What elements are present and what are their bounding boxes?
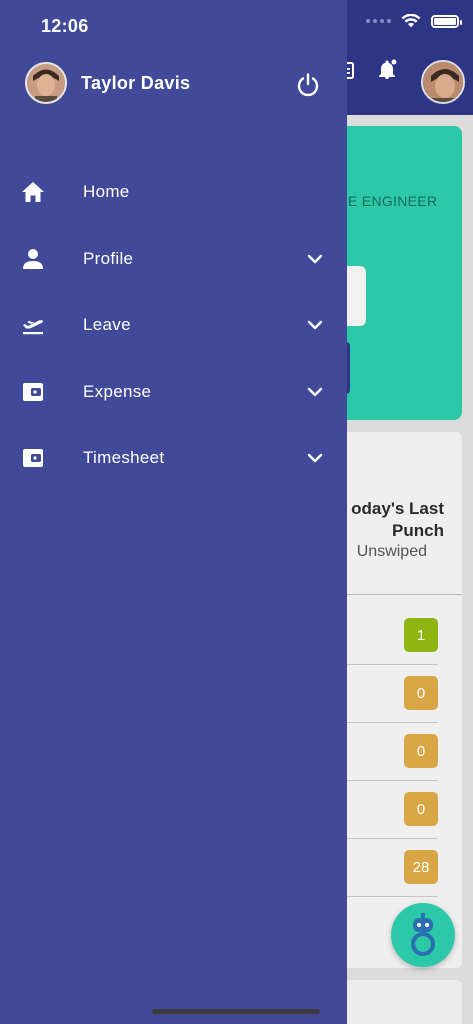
menu-item-label: Expense [83, 381, 152, 401]
home-icon [22, 182, 44, 203]
avatar[interactable] [25, 62, 67, 104]
person-icon [23, 248, 43, 269]
home-indicator[interactable] [152, 1009, 320, 1014]
count-badge: 28 [404, 850, 438, 884]
wallet-icon [23, 449, 43, 468]
drawer-menu: Home Profile Leave Expense Timesheet [0, 159, 347, 492]
menu-item-expense[interactable]: Expense [0, 359, 347, 426]
notification-bell-icon[interactable] [375, 58, 399, 82]
menu-item-leave[interactable]: Leave [0, 292, 347, 359]
menu-item-label: Profile [83, 248, 134, 268]
count-badge: 0 [404, 676, 438, 710]
navigation-drawer: 12:06 Taylor Davis Home Profile Leave Ex… [0, 0, 347, 1024]
menu-item-label: Leave [83, 315, 131, 335]
count-badge: 1 [404, 618, 438, 652]
menu-item-profile[interactable]: Profile [0, 226, 347, 293]
status-time: 12:06 [41, 16, 89, 36]
status-icons [366, 14, 462, 28]
count-badge: 0 [404, 734, 438, 768]
power-icon[interactable] [295, 72, 321, 98]
chatbot-fab[interactable] [391, 903, 455, 967]
signal-icon [366, 19, 391, 23]
menu-item-label: Timesheet [83, 448, 165, 468]
flight-takeoff-icon [23, 320, 44, 335]
user-name: Taylor Davis [81, 72, 191, 93]
wifi-icon [401, 14, 421, 28]
wallet-icon [23, 382, 43, 401]
robot-icon [411, 913, 435, 956]
menu-item-home[interactable]: Home [0, 159, 347, 226]
chevron-down-icon[interactable] [304, 381, 326, 403]
chevron-down-icon[interactable] [304, 447, 326, 469]
menu-item-label: Home [83, 182, 130, 202]
drawer-user-header[interactable]: Taylor Davis [25, 62, 190, 104]
menu-item-timesheet[interactable]: Timesheet [0, 425, 347, 492]
battery-icon [431, 14, 462, 28]
header-avatar[interactable] [421, 60, 465, 104]
count-badge: 0 [404, 792, 438, 826]
chevron-down-icon[interactable] [304, 248, 326, 270]
teal-card-text: E ENGINEER [348, 193, 438, 209]
chevron-down-icon[interactable] [304, 314, 326, 336]
